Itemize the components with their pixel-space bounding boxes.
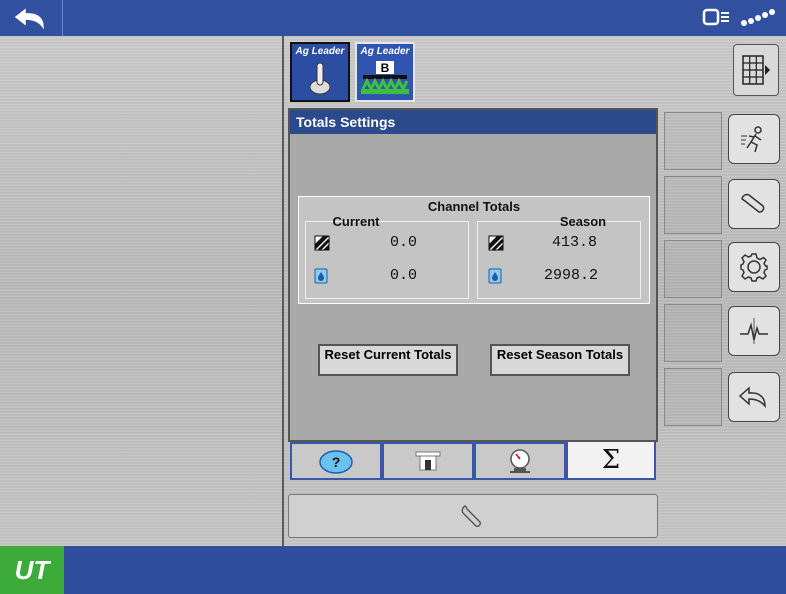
reset-season-totals-button[interactable]: Reset Season Totals <box>490 344 630 376</box>
grid-menu-button[interactable] <box>733 44 779 96</box>
joystick-icon <box>309 62 331 95</box>
window-title: Totals Settings <box>290 110 656 134</box>
brand-label: Ag Leader <box>295 46 345 57</box>
svg-text:?: ? <box>332 454 341 470</box>
top-bar <box>0 0 786 36</box>
channel-totals-box: Channel Totals Current 0.0 0.0 Season 41… <box>298 196 650 304</box>
help-icon: ? <box>319 450 353 474</box>
gear-icon <box>740 253 768 282</box>
gauge-icon <box>510 449 530 473</box>
area-icon <box>488 235 504 251</box>
volume-icon <box>488 268 502 284</box>
wrench-icon <box>741 193 765 213</box>
tools-button[interactable] <box>728 179 780 229</box>
signal-icon <box>741 9 775 26</box>
display-status-icon <box>702 8 729 26</box>
current-area-value: 0.0 <box>390 234 418 251</box>
area-icon <box>314 235 330 251</box>
sprayer-icon: B <box>361 61 409 94</box>
run-button[interactable] <box>728 114 780 164</box>
empty-slot <box>664 304 722 362</box>
bottom-tab-bar: ? Σ <box>288 442 658 480</box>
volume-icon <box>314 268 328 284</box>
tab-gauge[interactable] <box>474 442 566 480</box>
current-label: Current <box>332 214 380 229</box>
status-icons <box>702 3 778 33</box>
tab-tank[interactable] <box>382 442 474 480</box>
season-totals-box: Season 413.8 2998.2 <box>477 214 641 299</box>
totals-settings-window: Totals Settings Channel Totals Current 0… <box>288 108 658 442</box>
app-tab-joystick[interactable]: Ag Leader <box>290 42 350 102</box>
back-button[interactable] <box>0 0 63 36</box>
settings-wrench-bar[interactable] <box>288 494 658 538</box>
sigma-icon: Σ <box>601 445 621 475</box>
back-icon <box>738 386 766 409</box>
wrench-icon <box>461 505 481 527</box>
channel-totals-heading: Channel Totals <box>427 199 521 214</box>
back-arrow-icon <box>14 8 44 29</box>
settings-button[interactable] <box>728 242 780 292</box>
badge-b: B <box>381 61 390 75</box>
app-tab-sprayer[interactable]: Ag Leader B <box>355 42 415 102</box>
empty-slot <box>664 176 722 234</box>
season-volume-value: 2998.2 <box>544 267 599 284</box>
empty-slot <box>664 240 722 298</box>
reset-current-totals-button[interactable]: Reset Current Totals <box>318 344 458 376</box>
brand-label: Ag Leader <box>360 46 410 57</box>
ut-logo: UT <box>0 546 64 594</box>
tab-help[interactable]: ? <box>290 442 382 480</box>
footer-bar <box>0 546 786 594</box>
diagnostics-button[interactable] <box>728 306 780 356</box>
current-volume-value: 0.0 <box>390 267 418 284</box>
current-totals-box: Current 0.0 0.0 <box>305 214 469 299</box>
tab-totals[interactable]: Σ <box>566 442 656 480</box>
season-area-value: 413.8 <box>552 234 598 251</box>
empty-slot <box>664 112 722 170</box>
season-label: Season <box>559 214 607 229</box>
empty-slot <box>664 368 722 426</box>
left-panel <box>0 36 282 546</box>
run-icon <box>741 126 762 153</box>
back-button-side[interactable] <box>728 372 780 422</box>
grid-icon <box>742 55 770 85</box>
diagnostics-icon <box>740 318 768 344</box>
tank-icon <box>415 451 441 471</box>
